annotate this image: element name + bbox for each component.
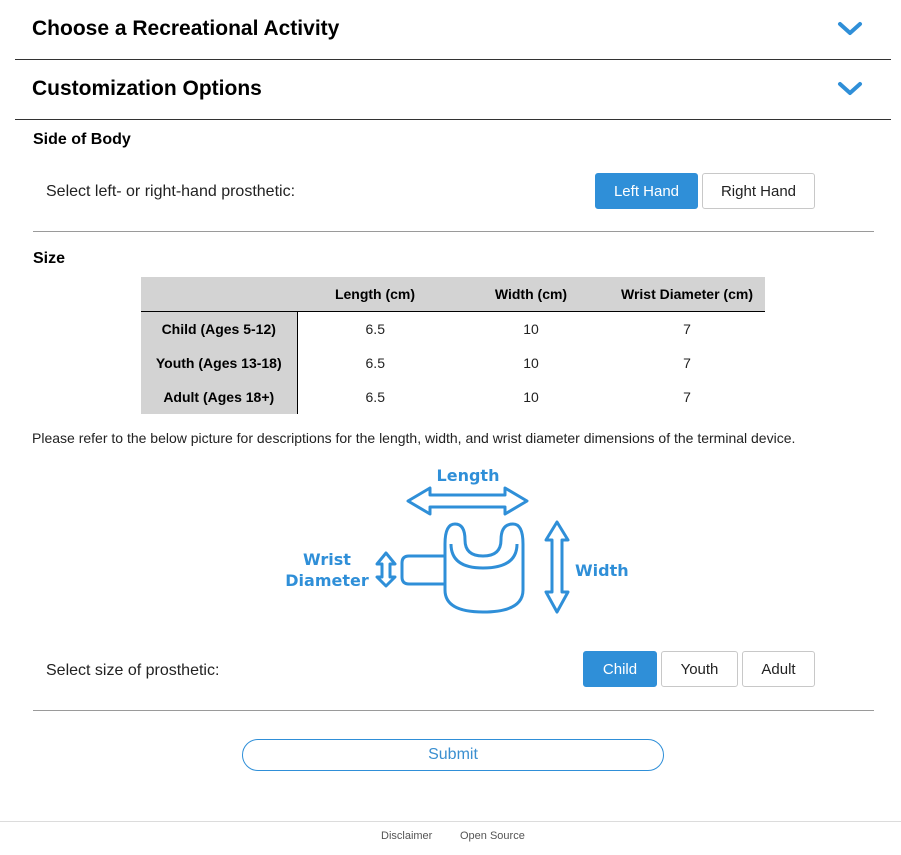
table-cell: 7 bbox=[683, 321, 691, 337]
accordion-customization-options[interactable]: Customization Options bbox=[15, 60, 891, 120]
table-header-wrist-diameter: Wrist Diameter (cm) bbox=[609, 277, 765, 312]
device-rim bbox=[443, 522, 525, 558]
accordion-title: Customization Options bbox=[32, 77, 262, 100]
left-hand-button[interactable]: Left Hand bbox=[595, 173, 698, 209]
width-arrow-icon bbox=[544, 520, 570, 614]
row-header: Adult (Ages 18+) bbox=[141, 380, 298, 414]
child-size-button[interactable]: Child bbox=[583, 651, 657, 687]
divider bbox=[33, 710, 874, 711]
adult-size-button[interactable]: Adult bbox=[742, 651, 815, 687]
size-prompt: Select size of prosthetic: bbox=[46, 662, 220, 679]
submit-button[interactable]: Submit bbox=[242, 739, 664, 771]
chevron-down-icon[interactable] bbox=[837, 80, 863, 98]
table-cell: 10 bbox=[523, 355, 539, 371]
table-cell: 7 bbox=[683, 355, 691, 371]
wrist-stem bbox=[400, 554, 445, 586]
disclaimer-link[interactable]: Disclaimer bbox=[381, 830, 432, 842]
table-cell: 10 bbox=[523, 389, 539, 405]
size-table: Length (cm) Width (cm) Wrist Diameter (c… bbox=[141, 277, 765, 414]
right-hand-button[interactable]: Right Hand bbox=[702, 173, 815, 209]
chevron-down-icon[interactable] bbox=[837, 20, 863, 38]
side-of-body-heading: Side of Body bbox=[33, 131, 131, 148]
dimension-note: Please refer to the below picture for de… bbox=[32, 430, 796, 446]
wrist-arrow-icon bbox=[375, 551, 397, 588]
table-header-cell bbox=[141, 277, 297, 312]
divider bbox=[33, 231, 874, 232]
footer-divider bbox=[0, 821, 901, 822]
size-heading: Size bbox=[33, 250, 66, 267]
table-row: Youth (Ages 13-18) 6.5 10 7 bbox=[141, 346, 765, 380]
terminal-device-diagram: Length Width Wrist Diameter bbox=[285, 466, 629, 614]
table-row: Child (Ages 5-12) 6.5 10 7 bbox=[141, 311, 765, 346]
table-cell: 6.5 bbox=[365, 355, 385, 371]
row-header: Youth (Ages 13-18) bbox=[141, 346, 298, 380]
width-label: Width bbox=[575, 561, 629, 580]
table-header-width: Width (cm) bbox=[453, 277, 609, 312]
table-header-row: Length (cm) Width (cm) Wrist Diameter (c… bbox=[141, 277, 765, 312]
wrist-label-line2: Diameter bbox=[285, 571, 369, 590]
length-label: Length bbox=[437, 466, 500, 485]
table-cell: 10 bbox=[523, 321, 539, 337]
device-body bbox=[443, 544, 525, 614]
row-header: Child (Ages 5-12) bbox=[141, 311, 298, 346]
table-cell: 7 bbox=[683, 389, 691, 405]
table-header-length: Length (cm) bbox=[297, 277, 453, 312]
table-row: Adult (Ages 18+) 6.5 10 7 bbox=[141, 380, 765, 414]
table-cell: 6.5 bbox=[365, 321, 385, 337]
side-prompt: Select left- or right-hand prosthetic: bbox=[46, 183, 296, 200]
youth-size-button[interactable]: Youth bbox=[661, 651, 738, 687]
length-arrow-icon bbox=[406, 486, 529, 516]
wrist-label-line1: Wrist bbox=[303, 550, 351, 569]
accordion-title: Choose a Recreational Activity bbox=[32, 17, 340, 40]
accordion-recreational-activity[interactable]: Choose a Recreational Activity bbox=[15, 0, 891, 60]
table-cell: 6.5 bbox=[365, 389, 385, 405]
open-source-link[interactable]: Open Source bbox=[460, 830, 525, 842]
